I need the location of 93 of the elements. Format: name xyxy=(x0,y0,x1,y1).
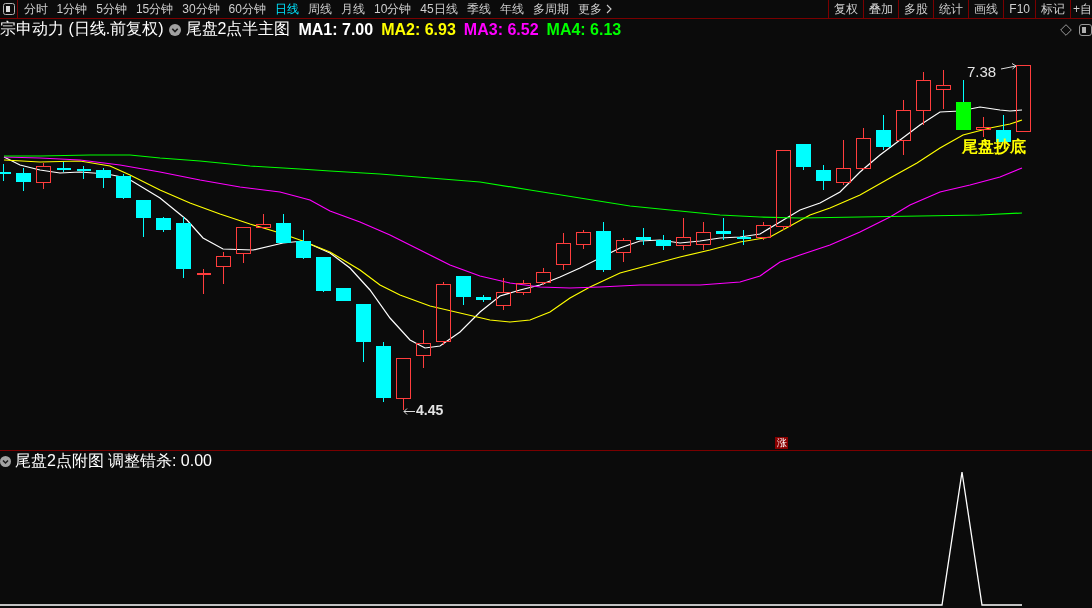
tool-button[interactable]: 画线 xyxy=(968,0,1004,18)
candlestick xyxy=(1016,65,1031,132)
tool-button[interactable]: F10 xyxy=(1003,0,1035,18)
candlestick xyxy=(416,329,431,369)
candlestick xyxy=(696,221,711,251)
candlestick xyxy=(496,277,511,311)
moving-average-value: MA4: 6.13 xyxy=(546,20,622,39)
candlestick xyxy=(296,229,311,260)
candlestick xyxy=(156,216,171,233)
period-tab[interactable]: 15分钟 xyxy=(131,0,178,18)
period-tab[interactable]: 日线 xyxy=(270,0,304,18)
moving-average-value: MA3: 6.52 xyxy=(463,20,539,39)
candlestick xyxy=(516,279,531,296)
chevron-down-icon[interactable] xyxy=(168,23,181,36)
period-tab[interactable]: 60分钟 xyxy=(224,0,271,18)
period-tab[interactable]: 多周期 xyxy=(528,0,574,18)
tool-button[interactable]: 复权 xyxy=(828,0,864,18)
candlestick xyxy=(876,114,891,151)
candlestick xyxy=(816,164,831,191)
period-tab[interactable]: 45日线 xyxy=(415,0,463,18)
leader-arrow xyxy=(403,408,416,415)
candlestick xyxy=(796,144,811,171)
signal-label: 尾盘抄底 xyxy=(962,139,1026,155)
candlestick xyxy=(16,167,31,192)
candlestick xyxy=(856,127,871,171)
sidebar-toggle-icon[interactable] xyxy=(2,3,15,15)
candlestick xyxy=(896,99,911,156)
candlestick xyxy=(735,229,752,246)
moving-average-value: MA1: 7.00 xyxy=(298,20,374,39)
candlestick xyxy=(75,165,92,180)
tool-button[interactable]: 叠加 xyxy=(863,0,899,18)
candlestick xyxy=(936,69,951,110)
candlestick xyxy=(596,221,611,273)
period-tab[interactable]: 季线 xyxy=(462,0,496,18)
chevron-right-icon xyxy=(605,4,612,14)
rise-marker: 涨 xyxy=(775,437,788,449)
candlestick xyxy=(976,116,991,138)
candlestick xyxy=(356,304,371,363)
indicator-name: 尾盘2点半主图 xyxy=(185,19,291,39)
candlestick xyxy=(336,288,351,301)
candlestick xyxy=(396,358,411,411)
candlestick xyxy=(656,234,671,251)
candlestick xyxy=(256,213,271,230)
chart-title: 宗申动力 (日线.前复权) xyxy=(0,19,164,39)
high-price-label: 7.38 xyxy=(967,64,997,79)
chevron-down-icon[interactable] xyxy=(0,455,11,467)
indicator-name: 尾盘2点附图 xyxy=(15,450,104,471)
candlestick xyxy=(676,217,691,251)
candlestick xyxy=(636,227,651,246)
candlestick xyxy=(116,173,131,200)
candlestick xyxy=(716,217,731,241)
period-tab[interactable]: 5分钟 xyxy=(91,0,132,18)
candlestick xyxy=(456,276,471,306)
candlestick xyxy=(136,200,151,238)
candlestick xyxy=(36,162,51,190)
candlestick xyxy=(55,161,72,173)
low-price-label: 4.45 xyxy=(416,403,444,417)
candlestick xyxy=(0,163,12,182)
candlestick xyxy=(276,213,291,243)
tool-button[interactable]: 标记 xyxy=(1035,0,1070,18)
indicator-value: 调整错杀: 0.00 xyxy=(107,450,212,471)
candlestick xyxy=(195,268,212,295)
moving-average-value: MA2: 6.93 xyxy=(381,20,456,39)
candlestick xyxy=(96,167,111,189)
period-tab[interactable]: 分时 xyxy=(19,0,52,18)
candlestick xyxy=(576,229,591,250)
panel-layout-icon[interactable] xyxy=(1079,23,1092,36)
candlestick xyxy=(956,79,971,130)
candlestick xyxy=(436,281,451,346)
leader-arrow xyxy=(1000,63,1017,70)
candlestick xyxy=(376,341,391,403)
candlestick xyxy=(616,237,631,263)
tool-button[interactable]: 多股 xyxy=(898,0,934,18)
diamond-icon[interactable] xyxy=(1060,23,1072,36)
candlestick xyxy=(316,257,331,293)
tool-button[interactable]: +自 xyxy=(1070,0,1092,18)
period-tab[interactable]: 月线 xyxy=(336,0,370,18)
period-tab[interactable]: 1分钟 xyxy=(52,0,92,18)
period-tab[interactable]: 周线 xyxy=(303,0,337,18)
candlestick xyxy=(176,216,191,279)
period-tab[interactable]: 10分钟 xyxy=(369,0,416,18)
candlestick xyxy=(836,139,851,186)
more-tab[interactable]: 更多 xyxy=(573,0,617,18)
candlestick xyxy=(756,221,771,241)
period-tab[interactable]: 30分钟 xyxy=(177,0,225,18)
period-tab[interactable]: 年线 xyxy=(495,0,529,18)
candlestick xyxy=(216,251,231,285)
candlestick xyxy=(536,267,551,286)
tool-button[interactable]: 统计 xyxy=(933,0,969,18)
candlestick xyxy=(476,294,491,303)
candlestick xyxy=(236,227,251,264)
candlestick xyxy=(556,232,571,271)
candlestick xyxy=(916,71,931,126)
